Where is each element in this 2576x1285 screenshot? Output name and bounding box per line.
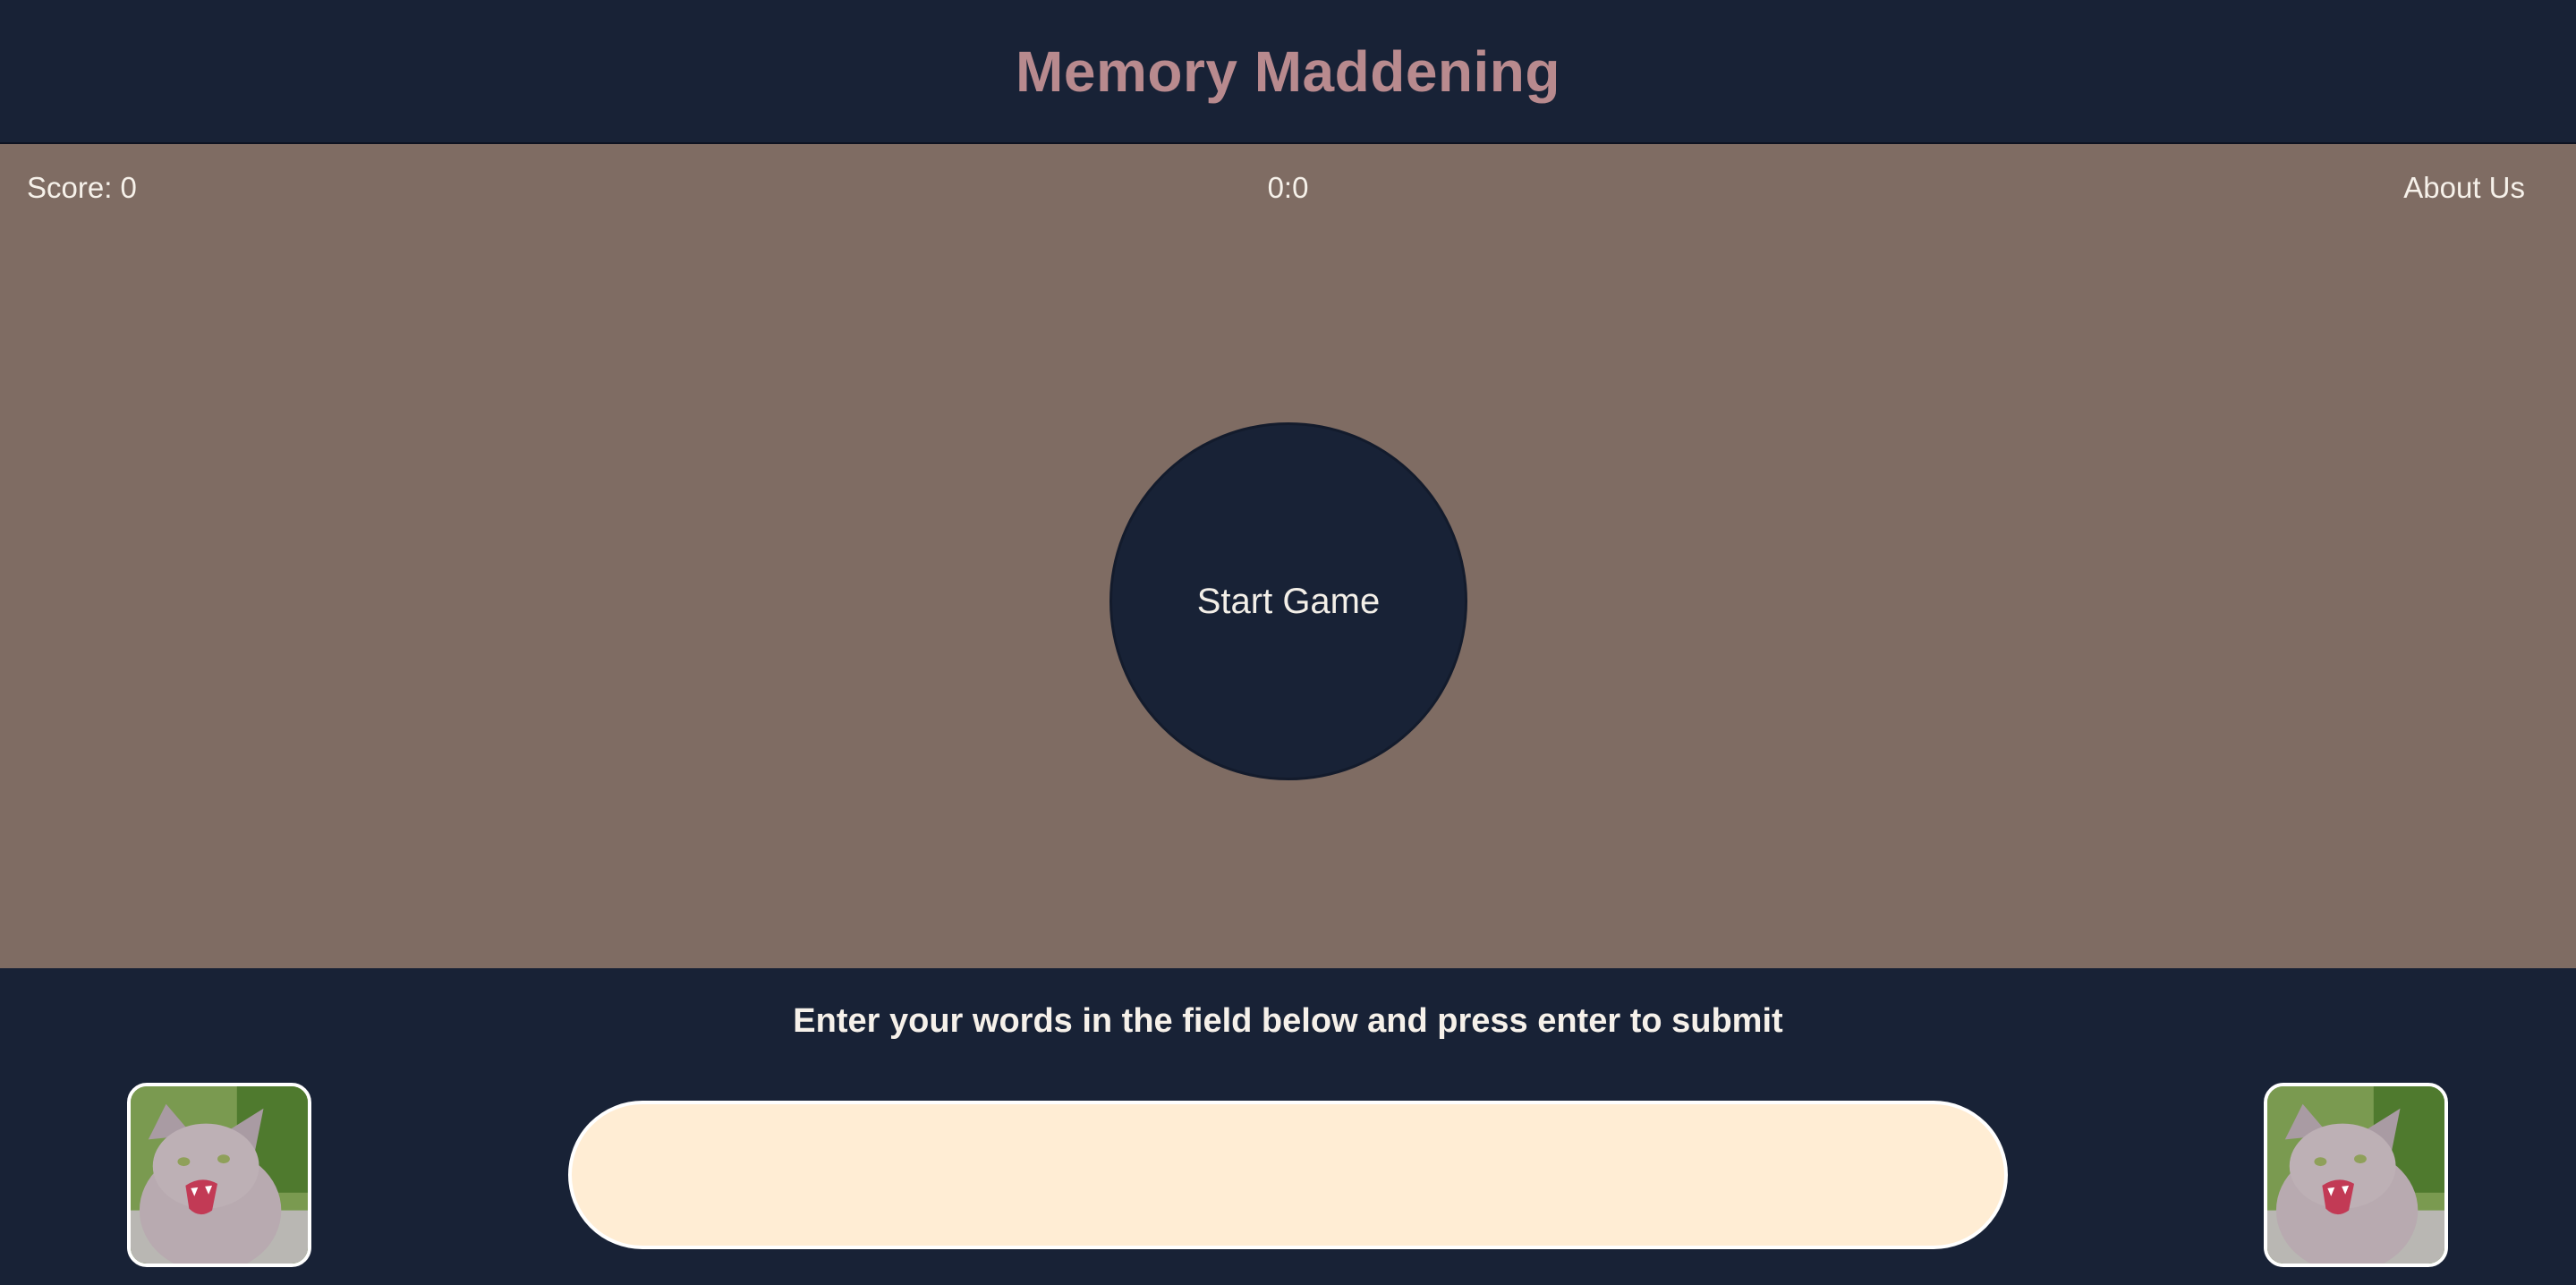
word-input[interactable] [568,1101,2008,1249]
game-area: Score: 0 0:0 About Us Start Game [0,144,2576,968]
instructions-text: Enter your words in the field below and … [793,1002,1783,1040]
header: Memory Maddening [0,0,2576,144]
cat-image-right [2264,1083,2448,1267]
start-game-button[interactable]: Start Game [1109,422,1467,780]
angry-cat-icon [131,1086,308,1264]
page-title: Memory Maddening [1016,38,1560,104]
angry-cat-icon [2267,1086,2444,1264]
timer-display: 0:0 [1267,171,1309,204]
cat-image-left [127,1083,311,1267]
score-display: Score: 0 [27,171,137,204]
footer: Enter your words in the field below and … [0,968,2576,1285]
about-us-link[interactable]: About Us [2403,171,2525,205]
